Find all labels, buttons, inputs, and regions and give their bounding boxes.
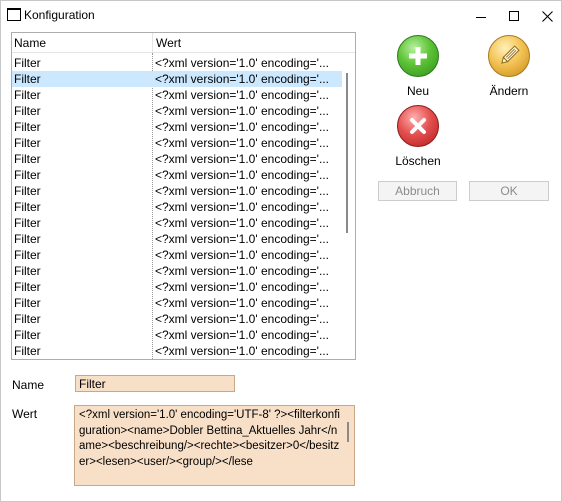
edit-button[interactable]: Ändern xyxy=(474,35,544,98)
cancel-button[interactable]: Abbruch xyxy=(378,181,457,201)
title-bar[interactable]: Konfiguration xyxy=(1,1,561,31)
list-row[interactable]: Filter <?xml version='1.0' encoding='... xyxy=(12,71,342,87)
list-row[interactable]: Filter <?xml version='1.0' encoding='... xyxy=(12,215,342,231)
x-icon xyxy=(397,105,439,147)
list-cell-value: <?xml version='1.0' encoding='... xyxy=(155,312,329,326)
list-cell-value: <?xml version='1.0' encoding='... xyxy=(155,344,329,358)
close-icon xyxy=(541,10,553,22)
list-cell-name: Filter xyxy=(14,312,41,326)
delete-button[interactable]: Löschen xyxy=(383,105,453,168)
list-cell-name: Filter xyxy=(14,280,41,294)
minimize-icon xyxy=(476,16,486,18)
list-row[interactable]: Filter <?xml version='1.0' encoding='... xyxy=(12,295,342,311)
delete-button-label: Löschen xyxy=(395,154,441,168)
list-cell-value: <?xml version='1.0' encoding='... xyxy=(155,328,329,342)
list-row[interactable]: Filter <?xml version='1.0' encoding='... xyxy=(12,167,342,183)
edit-button-label: Ändern xyxy=(489,84,529,98)
close-button[interactable] xyxy=(531,1,562,31)
list-row[interactable]: Filter <?xml version='1.0' encoding='... xyxy=(12,87,342,103)
list-cell-value: <?xml version='1.0' encoding='... xyxy=(155,216,329,230)
list-cell-value: <?xml version='1.0' encoding='... xyxy=(155,359,340,360)
list-cell-name: Filter xyxy=(14,136,41,150)
name-label: Name xyxy=(12,378,45,392)
list-rows: Filter <?xml version='1.0' encoding='... F… xyxy=(12,55,342,360)
list-cell-name: Filter xyxy=(14,248,41,262)
list-cell-name: Filter xyxy=(14,168,41,182)
list-row[interactable]: Filter <?xml version='1.0' encoding='... xyxy=(12,231,342,247)
value-field[interactable]: <?xml version='1.0' encoding='UTF-8' ?><… xyxy=(74,405,355,486)
list-cell-value: <?xml version='1.0' encoding='... xyxy=(155,248,329,262)
list-scrollbar[interactable] xyxy=(342,53,355,359)
list-cell-value: <?xml version='1.0' encoding='... xyxy=(155,88,329,102)
list-row[interactable]: Filter <?xml version='1.0' encoding='... xyxy=(12,279,342,295)
plus-icon xyxy=(397,35,439,77)
list-cell-value: <?xml version='1.0' encoding='... xyxy=(155,72,329,86)
list-cell-value: <?xml version='1.0' encoding='... xyxy=(155,152,329,166)
list-cell-value: <?xml version='1.0' encoding='... xyxy=(155,136,329,150)
list-cell-value: <?xml version='1.0' encoding='... xyxy=(155,184,329,198)
list-cell-name: Filter xyxy=(14,200,41,214)
list-cell-name: Filter xyxy=(14,216,41,230)
list-cell-name: Filter xyxy=(14,359,150,360)
list-row[interactable]: Filter <?xml version='1.0' encoding='... xyxy=(12,151,342,167)
list-cell-value: <?xml version='1.0' encoding='... xyxy=(155,120,329,134)
list-cell-value: <?xml version='1.0' encoding='... xyxy=(155,200,329,214)
list-cell-value: <?xml version='1.0' encoding='... xyxy=(155,280,329,294)
ok-button[interactable]: OK xyxy=(469,181,549,201)
list-cell-name: Filter xyxy=(14,120,41,134)
list-row[interactable]: Filter <?xml version='1.0' encoding='... xyxy=(12,199,342,215)
list-cell-value: <?xml version='1.0' encoding='... xyxy=(155,232,329,246)
name-field[interactable] xyxy=(75,375,235,392)
list-row[interactable]: Filter <?xml version='1.0' encoding='... xyxy=(12,359,342,360)
window-icon xyxy=(7,8,21,21)
value-label: Wert xyxy=(12,407,38,421)
window-title: Konfiguration xyxy=(24,8,95,22)
list-cell-name: Filter xyxy=(14,296,41,310)
new-button-label: Neu xyxy=(406,84,429,98)
list-row[interactable]: Filter <?xml version='1.0' encoding='... xyxy=(12,311,342,327)
list-row[interactable]: Filter <?xml version='1.0' encoding='... xyxy=(12,103,342,119)
list-cell-name: Filter xyxy=(14,56,41,70)
list-cell-name: Filter xyxy=(14,328,41,342)
list-cell-name: Filter xyxy=(14,344,41,358)
pencil-icon xyxy=(488,35,530,77)
column-header-name[interactable]: Name xyxy=(12,33,152,53)
list-cell-value: <?xml version='1.0' encoding='... xyxy=(155,56,329,70)
list-scrollbar-thumb[interactable] xyxy=(346,73,348,233)
list-header: Name Wert xyxy=(12,33,355,53)
list-row[interactable]: Filter <?xml version='1.0' encoding='... xyxy=(12,263,342,279)
list-row[interactable]: Filter <?xml version='1.0' encoding='... xyxy=(12,343,342,359)
list-row[interactable]: Filter <?xml version='1.0' encoding='... xyxy=(12,119,342,135)
list-cell-name: Filter xyxy=(14,184,41,198)
list-cell-value: <?xml version='1.0' encoding='... xyxy=(155,264,329,278)
list-cell-value: <?xml version='1.0' encoding='... xyxy=(155,104,329,118)
list-cell-name: Filter xyxy=(14,72,41,86)
list-cell-name: Filter xyxy=(14,264,41,278)
list-row[interactable]: Filter <?xml version='1.0' encoding='... xyxy=(12,247,342,263)
new-button[interactable]: Neu xyxy=(383,35,453,98)
list-row[interactable]: Filter <?xml version='1.0' encoding='... xyxy=(12,327,342,343)
maximize-button[interactable] xyxy=(498,1,530,31)
list-row[interactable]: Filter <?xml version='1.0' encoding='... xyxy=(12,55,342,71)
minimize-button[interactable] xyxy=(465,1,497,31)
list-row[interactable]: Filter <?xml version='1.0' encoding='... xyxy=(12,135,342,151)
list-cell-name: Filter xyxy=(14,88,41,102)
list-cell-name: Filter xyxy=(14,152,41,166)
list-cell-name: Filter xyxy=(14,232,41,246)
list-cell-value: <?xml version='1.0' encoding='... xyxy=(155,296,329,310)
configuration-window: Konfiguration Name Wert Filter <?xml vers… xyxy=(0,0,562,502)
config-list[interactable]: Name Wert Filter <?xml version='1.0' enco… xyxy=(11,32,356,360)
list-cell-value: <?xml version='1.0' encoding='... xyxy=(155,168,329,182)
list-row[interactable]: Filter <?xml version='1.0' encoding='... xyxy=(12,183,342,199)
list-cell-name: Filter xyxy=(14,104,41,118)
column-header-wert[interactable]: Wert xyxy=(152,33,342,53)
maximize-icon xyxy=(509,11,519,21)
value-scrollbar[interactable] xyxy=(343,406,354,485)
value-scrollbar-thumb[interactable] xyxy=(347,422,349,442)
value-text[interactable]: <?xml version='1.0' encoding='UTF-8' ?><… xyxy=(79,408,341,470)
